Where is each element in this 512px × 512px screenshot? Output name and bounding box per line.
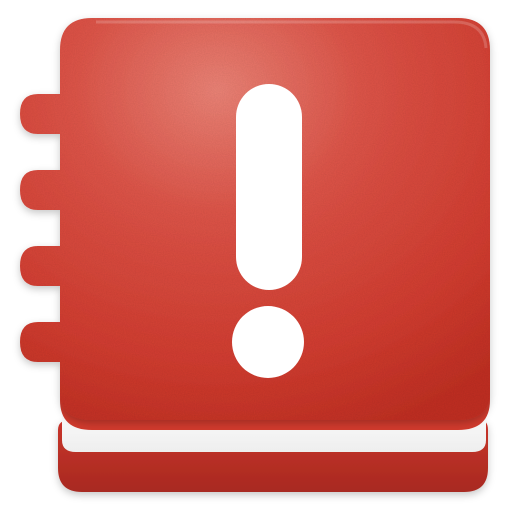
spiral-tabs (44, 132, 60, 172)
reminder-notebook-icon (20, 18, 490, 492)
exclamation-bar (236, 84, 302, 290)
exclamation-dot (232, 306, 304, 378)
app-icon (0, 0, 512, 512)
exclamation-icon (232, 84, 304, 378)
